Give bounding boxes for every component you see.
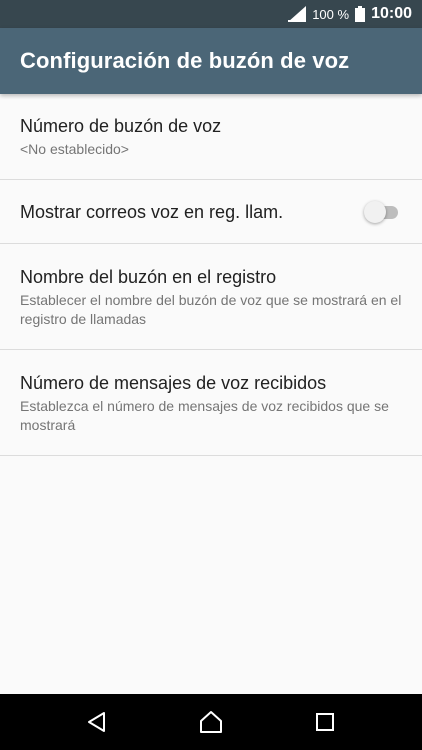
back-icon — [88, 712, 105, 732]
pref-received-voicemail-count[interactable]: Número de mensajes de voz recibidos Esta… — [0, 350, 422, 456]
pref-summary: Establezca el número de mensajes de voz … — [20, 397, 389, 433]
pref-title: Número de buzón de voz — [20, 116, 222, 136]
nav-bar — [0, 694, 422, 750]
clock: 10:00 — [371, 5, 412, 22]
app-bar: Configuración de buzón de voz — [0, 28, 422, 94]
pref-summary: Establecer el nombre del buzón de voz qu… — [20, 291, 402, 327]
page-title: Configuración de buzón de voz — [20, 48, 350, 73]
settings-list: Número de buzón de voz <No establecido> … — [0, 94, 422, 456]
battery-icon — [355, 6, 366, 22]
pref-voicemail-number[interactable]: Número de buzón de voz <No establecido> — [0, 94, 422, 180]
switch-thumb — [364, 200, 386, 223]
pref-title: Número de mensajes de voz recibidos — [20, 372, 327, 393]
battery-percent: 100 % — [312, 6, 350, 22]
screen: 100 % 10:00 Configuración de buzón de vo… — [0, 0, 422, 750]
pref-title: Nombre del buzón en el registro — [20, 266, 277, 287]
status-bar: 100 % 10:00 — [0, 0, 422, 28]
pref-show-voicemail-in-log[interactable]: Mostrar correos voz en reg. llam. — [0, 180, 422, 244]
pref-summary: <No establecido> — [20, 141, 129, 157]
pref-title: Mostrar correos voz en reg. llam. — [20, 201, 284, 222]
home-button[interactable] — [191, 702, 231, 742]
back-button[interactable] — [77, 702, 117, 742]
signal-icon — [288, 6, 307, 22]
voicemail-log-toggle[interactable] — [364, 200, 400, 223]
recents-icon — [316, 713, 334, 731]
pref-voicemail-name-in-log[interactable]: Nombre del buzón en el registro Establec… — [0, 244, 422, 350]
recents-button[interactable] — [305, 702, 345, 742]
home-icon — [200, 711, 222, 733]
